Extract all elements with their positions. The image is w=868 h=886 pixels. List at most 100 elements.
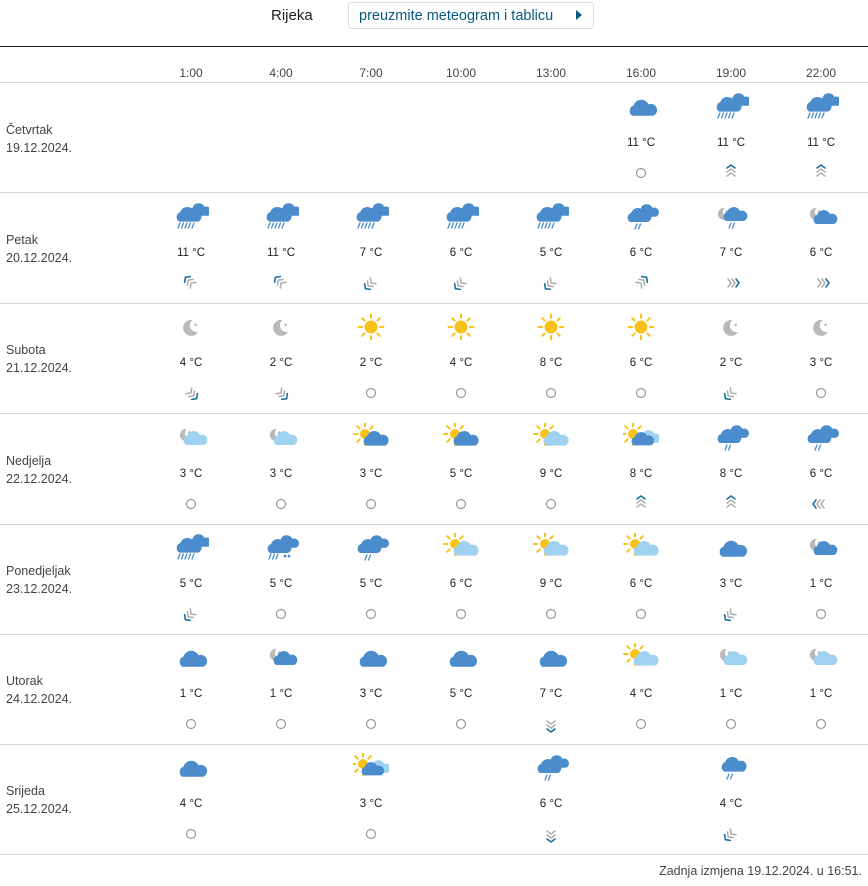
temperature: 3 °C [359,468,383,480]
temperature: 7 °C [359,247,383,259]
temperature: 1 °C [179,688,203,700]
temperature: 2 °C [359,357,383,369]
meteogram-button[interactable]: preuzmite meteogram i tablicu [348,2,594,29]
forecast-cell: 2 °C [241,303,321,413]
forecast-cell: 7 °C [331,193,411,303]
cloudy-icon [173,753,209,783]
last-modified-text: Zadnja izmjena 19.12.2024. u 16:51. [659,864,862,878]
temperature: 6 °C [629,357,653,369]
cloudy-heavy-rain-icon [803,92,839,122]
temperature: 5 °C [449,688,473,700]
forecast-cell: 1 °C [151,634,231,744]
day-name: Ponedjeljak [6,564,71,578]
wind-northeast-icon [181,604,201,624]
forecast-cell: 3 °C [331,634,411,744]
wind-northwest-icon [271,383,291,403]
temperature: 6 °C [809,247,833,259]
hour-label: 10:00 [445,66,477,80]
temperature: 4 °C [719,798,743,810]
temperature: 9 °C [539,468,563,480]
wind-east-icon [811,494,831,514]
wind-strong-northeast-icon [541,273,561,293]
temperature: 3 °C [179,468,203,480]
partly-cloudy-icon [533,533,569,563]
partly-cloudy-icon [533,423,569,453]
hour-label: 22:00 [805,66,837,80]
sun-cloudy-icon [443,423,479,453]
temperature: 1 °C [809,578,833,590]
city-name: Rijeka [271,7,313,24]
day-name: Četvrtak [6,123,53,137]
day-date: 20.12.2024. [6,251,73,265]
calm-icon [811,383,831,403]
forecast-cell: 11 °C [781,83,861,193]
temperature: 8 °C [719,468,743,480]
forecast-cell: 6 °C [781,414,861,524]
forecast-cell: 11 °C [691,83,771,193]
cloudy-icon [623,92,659,122]
night-cloudy-icon [803,533,839,563]
forecast-cell: 3 °C [241,414,321,524]
temperature: 1 °C [809,688,833,700]
temperature: 6 °C [449,247,473,259]
temperature: 5 °C [359,578,383,590]
calm-icon [361,383,381,403]
cloudy-heavy-rain-icon [533,202,569,232]
calm-icon [541,494,561,514]
partly-cloudy-icon [443,533,479,563]
calm-icon [271,714,291,734]
temperature: 11 °C [176,247,206,259]
temperature: 1 °C [269,688,293,700]
header-bar: Rijeka preuzmite meteogram i tablicu [0,0,868,47]
wind-west-icon [721,273,741,293]
forecast-cell: 6 °C [601,193,681,303]
temperature: 6 °C [539,798,563,810]
temperature: 5 °C [269,578,293,590]
night-partly-cloudy-icon [803,643,839,673]
cloudy-rain-icon [803,423,839,453]
forecast-cell: 1 °C [691,634,771,744]
wind-northeast-icon [361,273,381,293]
partly-cloudy-icon [623,643,659,673]
temperature: 6 °C [629,578,653,590]
cloudy-heavy-rain-icon [443,202,479,232]
temperature: 3 °C [809,357,833,369]
calm-icon [451,494,471,514]
forecast-cell: 4 °C [421,303,501,413]
temperature: 5 °C [449,468,473,480]
temperature: 11 °C [266,247,296,259]
wind-northeast-light-icon [721,604,741,624]
temperature: 3 °C [269,468,293,480]
day-row: Četvrtak 19.12.2024. 11 °C 11 °C 11 °C [0,83,868,193]
calm-icon [631,383,651,403]
forecast-cell: 6 °C [601,303,681,413]
temperature: 8 °C [629,468,653,480]
night-partly-cloudy-icon [713,643,749,673]
forecast-cell: 1 °C [781,634,861,744]
calm-icon [541,604,561,624]
calm-icon [811,604,831,624]
calm-icon [181,824,201,844]
cloudy-icon [353,643,389,673]
cloudy-rain-icon [533,753,569,783]
cloudy-rain-icon [713,423,749,453]
temperature: 2 °C [269,357,293,369]
wind-strong-north-icon [811,163,831,183]
cloudy-heavy-rain-icon [713,92,749,122]
wind-southeast-icon [181,273,201,293]
wind-strong-north-icon [721,494,741,514]
forecast-cell: 11 °C [151,193,231,303]
wind-strong-north-icon [721,163,741,183]
wind-northwest-icon [181,383,201,403]
hour-label: 19:00 [715,66,747,80]
calm-icon [361,824,381,844]
calm-icon [451,604,471,624]
cloudy-light-rain-icon [713,753,749,783]
cloudy-icon [443,643,479,673]
forecast-cell: 3 °C [331,414,411,524]
day-row: Srijeda 25.12.2024. 4 °C 3 °C 6 °C 4 °C [0,744,868,855]
forecast-cell: 4 °C [151,744,231,854]
sun-cloudy-icon [353,423,389,453]
forecast-cell: 8 °C [511,303,591,413]
cloudy-icon [533,643,569,673]
